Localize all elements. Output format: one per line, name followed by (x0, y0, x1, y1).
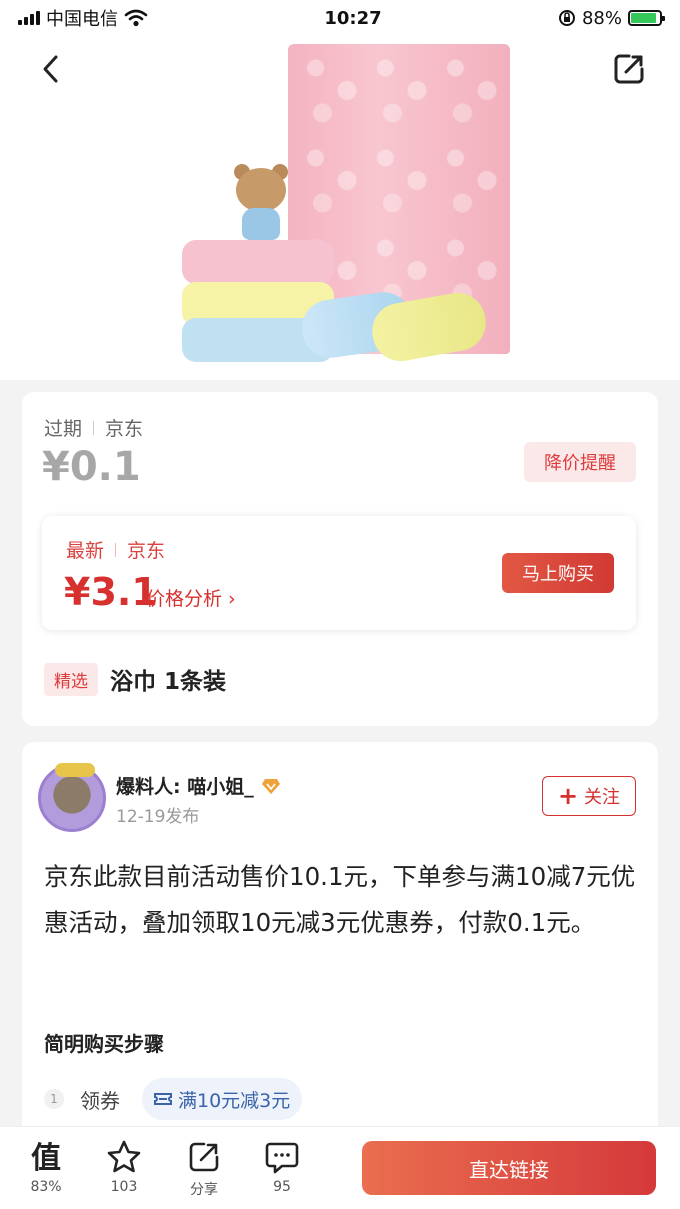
step-number: 1 (44, 1089, 64, 1109)
chevron-left-icon (43, 55, 58, 83)
clock-time: 10:27 (324, 7, 382, 29)
author-name[interactable]: 爆料人: 喵小姐_ (116, 772, 280, 799)
title-row: 精选 浴巾 1条装 (44, 662, 226, 696)
latest-price: ¥3.1 (64, 570, 158, 614)
towel-stack-pink (182, 240, 334, 284)
latest-status: 最新 (66, 540, 105, 562)
battery-percent: 88% (581, 7, 622, 29)
status-bar: 中国电信 10:27 88% (0, 0, 680, 36)
post-card: 爆料人: 喵小姐_ 12-19发布 + 关注 京东此款目前活动售价10.1元，下… (22, 742, 658, 1142)
comment-count: 95 (273, 1179, 291, 1195)
latest-store: 京东 (127, 540, 166, 562)
worth-button[interactable]: 值 83% (16, 1139, 76, 1195)
vip-diamond-icon (261, 778, 280, 794)
coupon-label: 满10元减3元 (178, 1089, 291, 1112)
follow-label: 关注 (584, 787, 621, 808)
carrier-label: 中国电信 (46, 9, 118, 30)
post-date: 12-19发布 (116, 807, 200, 827)
old-price: ¥0.1 (42, 444, 141, 490)
steps-title: 简明购买步骤 (44, 1032, 164, 1056)
author-name-text: 爆料人: 喵小姐_ (116, 776, 254, 798)
latest-meta: 最新 京东 (66, 536, 165, 563)
step-label: 领券 (80, 1088, 120, 1113)
avatar-badge (55, 763, 95, 777)
bottom-toolbar: 值 83% 103 分享 95 直达链接 (0, 1126, 680, 1209)
plus-icon: + (557, 782, 579, 810)
comment-icon (265, 1142, 299, 1174)
worth-icon: 值 (31, 1141, 61, 1175)
pick-tag: 精选 (44, 662, 98, 696)
product-title: 浴巾 1条装 (110, 669, 227, 695)
share-label: 分享 (190, 1182, 218, 1198)
product-image[interactable] (0, 0, 680, 380)
expired-status: 过期 (44, 418, 83, 440)
star-icon (107, 1140, 141, 1173)
orientation-lock-icon (558, 10, 575, 26)
favorite-button[interactable]: 103 (94, 1139, 154, 1195)
back-button[interactable] (34, 52, 68, 86)
direct-link-button[interactable]: 直达链接 (362, 1141, 656, 1195)
coupon-chip[interactable]: 满10元减3元 (142, 1078, 303, 1120)
share-icon (189, 1142, 219, 1172)
comment-button[interactable]: 95 (252, 1139, 312, 1195)
buy-now-button[interactable]: 马上购买 (502, 553, 614, 593)
follow-button[interactable]: + 关注 (542, 776, 636, 816)
step-item: 1 领券 满10元减3元 (44, 1078, 303, 1120)
expired-store: 京东 (105, 418, 144, 440)
teddy-bear-graphic (232, 156, 290, 242)
price-analysis-link[interactable]: 价格分析 › (146, 584, 236, 611)
post-body: 京东此款目前活动售价10.1元，下单参与满10减7元优惠活动，叠加领取10元减3… (44, 862, 636, 937)
price-alert-button[interactable]: 降价提醒 (524, 442, 636, 482)
share-tool-button[interactable]: 分享 (174, 1139, 234, 1199)
avatar[interactable] (38, 763, 106, 832)
price-card: 过期 京东 ¥0.1 降价提醒 最新 京东 ¥3.1 价格分析 › 马上购买 精… (22, 392, 658, 726)
signal-icon (18, 11, 40, 25)
svg-text:值: 值 (31, 1141, 61, 1175)
expired-meta: 过期 京东 (44, 414, 143, 441)
worth-rate: 83% (30, 1179, 62, 1195)
favorite-count: 103 (110, 1179, 138, 1195)
latest-price-box: 最新 京东 ¥3.1 价格分析 › 马上购买 (42, 516, 636, 630)
ticket-icon (154, 1093, 172, 1105)
battery-icon (628, 10, 665, 26)
wifi-icon (124, 9, 148, 27)
share-icon (614, 54, 644, 84)
share-button[interactable] (612, 52, 646, 86)
